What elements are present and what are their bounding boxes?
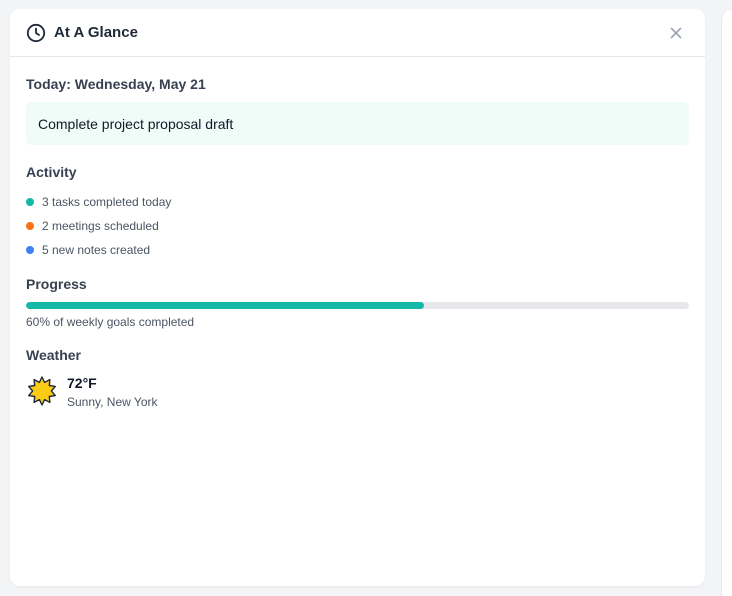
panel-header: At A Glance	[10, 9, 705, 57]
weather-heading: Weather	[26, 347, 81, 363]
progress-caption: 60% of weekly goals completed	[26, 315, 195, 329]
activity-item: 5 new notes created	[26, 238, 689, 262]
focus-task-text: Complete project proposal draft	[38, 115, 234, 132]
weather-condition: Sunny, New York	[67, 395, 158, 409]
activity-item-text: 5 new notes created	[42, 243, 151, 257]
activity-item-text: 2 meetings scheduled	[42, 219, 159, 233]
today-date: Today: Wednesday, May 21	[26, 76, 206, 92]
status-dot	[26, 222, 34, 230]
focus-task-card[interactable]: Complete project proposal draft	[26, 102, 689, 145]
clock-icon	[26, 23, 46, 43]
weather-temperature: 72°F	[67, 375, 97, 391]
activity-list: 3 tasks completed today 2 meetings sched…	[26, 190, 689, 262]
progress-bar-fill	[26, 302, 424, 309]
progress-heading: Progress	[26, 276, 87, 292]
sun-icon	[26, 375, 58, 407]
activity-item-text: 3 tasks completed today	[42, 195, 172, 209]
weather-row: 72°F Sunny, New York	[26, 375, 689, 409]
progress-bar	[26, 302, 689, 309]
activity-heading: Activity	[26, 164, 77, 180]
panel-content: Today: Wednesday, May 21 Complete projec…	[10, 76, 705, 409]
at-a-glance-panel: At A Glance Today: Wednesday, May 21 Com…	[10, 9, 705, 586]
close-icon[interactable]	[669, 26, 683, 40]
weather-details: 72°F Sunny, New York	[67, 375, 158, 409]
panel-title: At A Glance	[54, 24, 138, 41]
activity-item: 2 meetings scheduled	[26, 214, 689, 238]
status-dot	[26, 198, 34, 206]
status-dot	[26, 246, 34, 254]
activity-item: 3 tasks completed today	[26, 190, 689, 214]
adjacent-panel-edge	[721, 10, 732, 596]
